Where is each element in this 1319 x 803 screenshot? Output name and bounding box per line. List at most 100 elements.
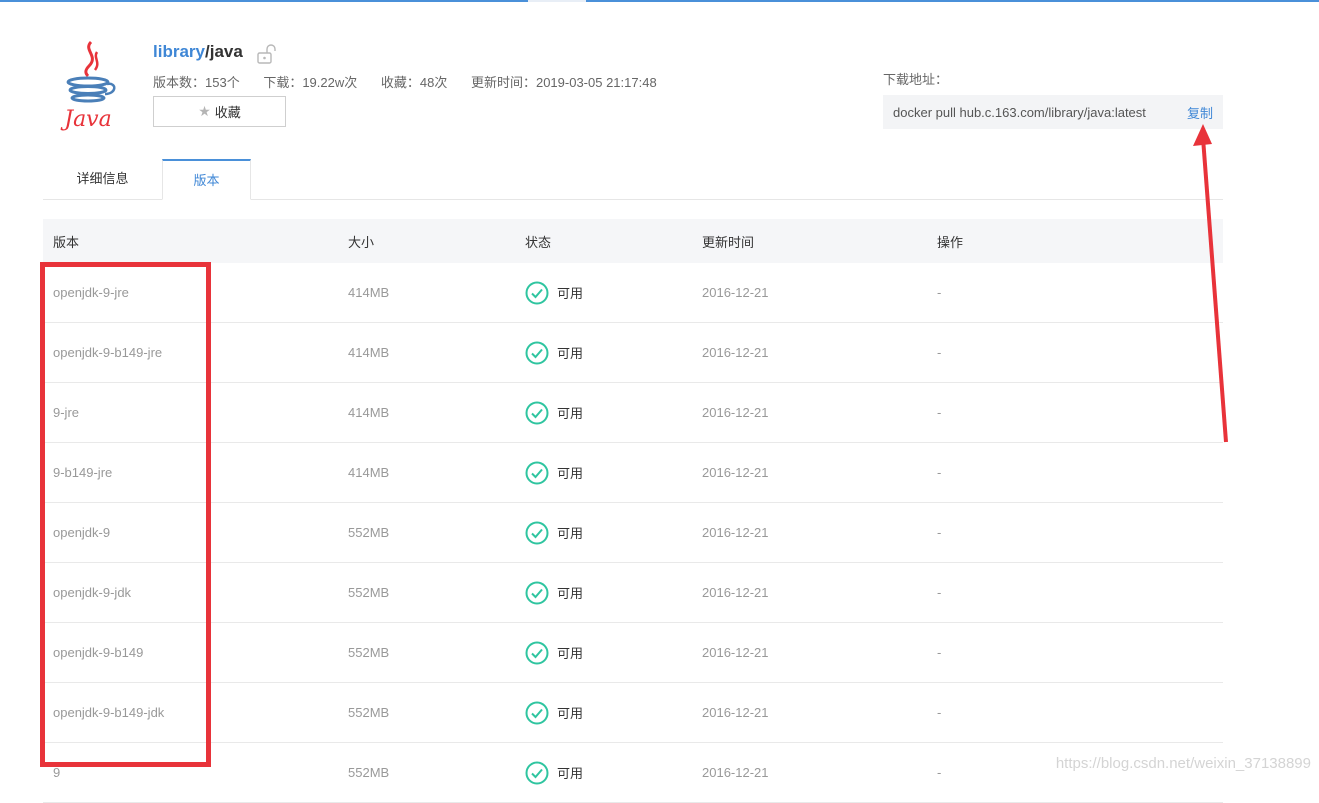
table-row: 9 552MB 可用 2016-12-21 - xyxy=(43,743,1223,803)
table-row: openjdk-9-b149 552MB 可用 2016-12-21 - xyxy=(43,623,1223,683)
row-action: - xyxy=(937,525,942,540)
row-status-label: 可用 xyxy=(557,466,584,481)
check-circle-icon xyxy=(525,521,549,544)
versions-table: 版本 大小 状态 更新时间 操作 openjdk-9-jre 414MB 可用 201… xyxy=(43,219,1223,803)
row-status: 可用 xyxy=(525,263,583,322)
header-size: 大小 xyxy=(348,234,375,250)
row-size: 414MB xyxy=(348,405,390,420)
check-circle-icon xyxy=(525,761,549,784)
row-status-label: 可用 xyxy=(557,646,584,661)
table-row: 9-jre 414MB 可用 2016-12-21 - xyxy=(43,383,1223,443)
row-action: - xyxy=(937,645,942,660)
row-status: 可用 xyxy=(525,563,583,622)
tab-versions[interactable]: 版本 xyxy=(162,159,251,200)
row-size: 414MB xyxy=(348,465,390,480)
table-row: openjdk-9-jre 414MB 可用 2016-12-21 - xyxy=(43,263,1223,323)
favorite-button-label: 收藏 xyxy=(214,105,241,120)
download-command: docker pull hub.c.163.com/library/java:l… xyxy=(893,104,1146,120)
updated-time: 更新时间：2019-03-05 21:17:48 xyxy=(470,75,657,90)
header-version: 版本 xyxy=(53,234,80,250)
row-status-label: 可用 xyxy=(557,406,584,421)
tab-bar: 详细信息 版本 xyxy=(43,159,1223,200)
row-size: 414MB xyxy=(348,345,390,360)
row-status-label: 可用 xyxy=(557,586,584,601)
row-updated: 2016-12-21 xyxy=(702,705,769,720)
row-action: - xyxy=(937,405,942,420)
row-version: openjdk-9-b149-jre xyxy=(53,345,163,360)
row-updated: 2016-12-21 xyxy=(702,285,769,300)
row-status: 可用 xyxy=(525,443,583,502)
download-count: 下载：19.22w次 xyxy=(263,75,358,90)
row-size: 414MB xyxy=(348,285,390,300)
table-row: openjdk-9-jdk 552MB 可用 2016-12-21 - xyxy=(43,563,1223,623)
table-row: openjdk-9 552MB 可用 2016-12-21 - xyxy=(43,503,1223,563)
check-circle-icon xyxy=(525,581,549,604)
row-updated: 2016-12-21 xyxy=(702,765,769,780)
row-size: 552MB xyxy=(348,645,390,660)
row-status-label: 可用 xyxy=(557,526,584,541)
check-circle-icon xyxy=(525,341,549,364)
row-action: - xyxy=(937,465,942,480)
top-accent-line xyxy=(0,0,1319,2)
repo-title: library/java xyxy=(153,42,243,62)
check-circle-icon xyxy=(525,701,549,724)
header-updated: 更新时间 xyxy=(702,234,755,250)
row-action: - xyxy=(937,345,942,360)
row-updated: 2016-12-21 xyxy=(702,585,769,600)
row-status: 可用 xyxy=(525,383,583,442)
row-updated: 2016-12-21 xyxy=(702,525,769,540)
row-action: - xyxy=(937,585,942,600)
row-updated: 2016-12-21 xyxy=(702,405,769,420)
header-action: 操作 xyxy=(937,234,964,250)
java-logo-text: Java xyxy=(60,107,111,132)
row-updated: 2016-12-21 xyxy=(702,465,769,480)
row-action: - xyxy=(937,285,942,300)
copy-button[interactable]: 复制 xyxy=(1187,103,1213,122)
repo-name: java xyxy=(209,42,243,61)
version-count: 版本数：153个 xyxy=(153,75,240,90)
row-version: openjdk-9-jre xyxy=(53,285,129,300)
check-circle-icon xyxy=(525,401,549,424)
row-version: 9-jre xyxy=(53,405,80,420)
row-action: - xyxy=(937,765,942,780)
repo-meta: 版本数：153个 下载：19.22w次 收藏：48次 更新时间：2019-03-… xyxy=(153,72,677,91)
row-status-label: 可用 xyxy=(557,706,584,721)
row-status: 可用 xyxy=(525,683,583,742)
watermark: https://blog.csdn.net/weixin_37138899 xyxy=(1055,755,1311,772)
favorite-count: 收藏：48次 xyxy=(380,75,448,90)
row-status: 可用 xyxy=(525,323,583,382)
row-updated: 2016-12-21 xyxy=(702,345,769,360)
lock-icon xyxy=(257,44,276,64)
table-row: 9-b149-jre 414MB 可用 2016-12-21 - xyxy=(43,443,1223,503)
check-circle-icon xyxy=(525,641,549,664)
row-status: 可用 xyxy=(525,503,583,562)
tab-details[interactable]: 详细信息 xyxy=(43,159,162,199)
row-version: openjdk-9 xyxy=(53,525,111,540)
repo-namespace-link[interactable]: library xyxy=(153,42,205,61)
table-row: openjdk-9-b149-jdk 552MB 可用 2016-12-21 - xyxy=(43,683,1223,743)
download-address-label: 下载地址： xyxy=(883,72,949,87)
row-size: 552MB xyxy=(348,585,390,600)
favorite-button[interactable]: ★ 收藏 xyxy=(153,96,286,127)
star-icon: ★ xyxy=(198,103,211,119)
check-circle-icon xyxy=(525,281,549,304)
row-status: 可用 xyxy=(525,623,583,682)
header-status: 状态 xyxy=(525,234,552,250)
row-status-label: 可用 xyxy=(557,766,584,781)
row-version: 9-b149-jre xyxy=(53,465,113,480)
row-size: 552MB xyxy=(348,705,390,720)
row-version: 9 xyxy=(53,765,61,780)
table-row: openjdk-9-b149-jre 414MB 可用 2016-12-21 - xyxy=(43,323,1223,383)
row-action: - xyxy=(937,705,942,720)
row-updated: 2016-12-21 xyxy=(702,645,769,660)
row-size: 552MB xyxy=(348,525,390,540)
download-command-box: docker pull hub.c.163.com/library/java:l… xyxy=(883,95,1223,129)
row-version: openjdk-9-jdk xyxy=(53,585,132,600)
row-version: openjdk-9-b149 xyxy=(53,645,144,660)
java-logo: Java xyxy=(60,40,116,132)
row-status: 可用 xyxy=(525,743,583,802)
row-status-label: 可用 xyxy=(557,286,584,301)
row-size: 552MB xyxy=(348,765,390,780)
row-status-label: 可用 xyxy=(557,346,584,361)
row-version: openjdk-9-b149-jdk xyxy=(53,705,165,720)
